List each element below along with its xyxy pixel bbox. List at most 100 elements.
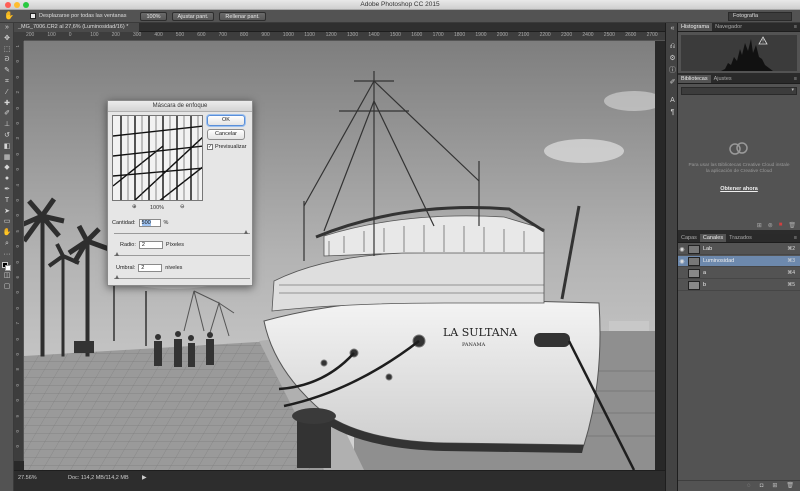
- ruler-tick-label: 8: [15, 368, 20, 371]
- tab-navigator[interactable]: Navegador: [712, 23, 745, 31]
- histogram-warning-icon[interactable]: !: [762, 39, 764, 45]
- tab-paths[interactable]: Trazados: [726, 234, 755, 242]
- tab-libraries[interactable]: Bibliotecas: [678, 75, 711, 83]
- get-now-link[interactable]: Obtener ahora: [678, 186, 800, 192]
- path-select-tool-icon[interactable]: ➤: [0, 207, 14, 218]
- eraser-tool-icon[interactable]: ◧: [0, 142, 14, 153]
- panel-menu-icon[interactable]: ≡: [794, 75, 797, 84]
- tab-channels[interactable]: Canales: [699, 234, 727, 242]
- ruler-tick-label: 1700: [432, 32, 444, 38]
- add-content-icon[interactable]: ⊞: [757, 222, 762, 229]
- hand-tool-icon[interactable]: ✋: [0, 228, 14, 239]
- workspace-switcher[interactable]: Fotografía: [728, 12, 792, 21]
- window-title: Adobe Photoshop CC 2015: [360, 1, 440, 8]
- trash-icon[interactable]: 🗑: [788, 222, 796, 229]
- ruler-tick-label: 2400: [582, 32, 594, 38]
- cancel-button[interactable]: Cancelar: [207, 129, 245, 140]
- ruler-tick-label: 1100: [304, 32, 315, 38]
- color-swatches-icon[interactable]: [0, 261, 14, 272]
- delete-channel-icon[interactable]: 🗑: [786, 481, 794, 491]
- ruler-tick-label: 4: [15, 183, 20, 187]
- preview-checkbox[interactable]: ✓: [207, 144, 213, 150]
- creative-cloud-icon: [729, 142, 748, 155]
- amount-input[interactable]: 500: [138, 219, 161, 227]
- dodge-tool-icon[interactable]: ●: [0, 174, 14, 185]
- channels-footer: ◌ ◘ ⊞ 🗑: [678, 480, 800, 491]
- amount-slider-knob[interactable]: [243, 230, 248, 234]
- radius-slider[interactable]: [114, 252, 250, 256]
- channel-row-lab[interactable]: ◉ Lab ⌘2: [678, 244, 800, 255]
- lasso-tool-icon[interactable]: ᘐ: [0, 55, 14, 66]
- preview-label: Previsualizar: [215, 144, 247, 150]
- eyedropper-tool-icon[interactable]: ⁄: [0, 88, 14, 99]
- gradient-tool-icon[interactable]: ▦: [0, 153, 14, 164]
- zoom-100-button[interactable]: 100%: [140, 11, 167, 21]
- tab-layers[interactable]: Capas: [678, 234, 700, 242]
- channel-row-a[interactable]: a ⌘4: [678, 268, 800, 279]
- ruler-tick-label: 1800: [454, 32, 466, 38]
- ruler-origin[interactable]: [14, 32, 24, 41]
- canvas-scroll-gutter[interactable]: [655, 41, 665, 470]
- crop-tool-icon[interactable]: ⌗: [0, 77, 14, 88]
- ruler-tick-label: 0: [15, 214, 20, 217]
- history-brush-tool-icon[interactable]: ↺: [0, 131, 14, 142]
- radius-input[interactable]: 2: [138, 241, 163, 249]
- type-tool-icon[interactable]: T: [0, 196, 14, 207]
- ruler-tick-label: 0: [15, 383, 20, 387]
- fit-screen-button[interactable]: Ajustar pant.: [171, 11, 215, 21]
- healing-brush-tool-icon[interactable]: ✚: [0, 99, 14, 110]
- tab-adjustments[interactable]: Ajustes: [711, 75, 735, 83]
- marquee-tool-icon[interactable]: ⬚: [0, 45, 14, 56]
- status-menu-arrow-icon[interactable]: ▶: [142, 474, 147, 481]
- clone-stamp-tool-icon[interactable]: ⊥: [0, 120, 14, 131]
- ruler-tick-label: 500: [175, 32, 185, 38]
- scroll-all-checkbox[interactable]: [30, 13, 36, 19]
- panel-menu-icon[interactable]: ≡: [794, 23, 797, 32]
- panel-collapse-icon[interactable]: »: [0, 23, 14, 34]
- photoshop-window: Adobe Photoshop CC 2015 ✋ Desplazarse po…: [0, 0, 800, 491]
- tab-histogram[interactable]: Histograma: [678, 23, 713, 31]
- zoom-out-icon[interactable]: ⊖: [180, 204, 185, 210]
- ok-button[interactable]: OK: [207, 115, 245, 126]
- quick-select-tool-icon[interactable]: ✎: [0, 66, 14, 77]
- threshold-slider-knob[interactable]: [115, 275, 120, 279]
- ruler-tick-label: 0: [15, 106, 20, 110]
- move-tool-icon[interactable]: ✥: [0, 34, 14, 45]
- preview-checkbox-row[interactable]: ✓ Previsualizar: [207, 144, 246, 150]
- channel-row-b[interactable]: b ⌘5: [678, 280, 800, 291]
- visibility-eye-icon[interactable]: ◉: [678, 258, 686, 265]
- screen-mode-icon[interactable]: ▢: [0, 282, 14, 293]
- shape-tool-icon[interactable]: ▭: [0, 217, 14, 228]
- panel-menu-icon[interactable]: ≡: [794, 234, 797, 243]
- cc-icon[interactable]: ⊚: [768, 222, 773, 229]
- channel-row-luminosity[interactable]: ◉ Luminosidad ⌘3: [678, 256, 800, 267]
- threshold-slider[interactable]: [114, 275, 250, 279]
- fill-screen-button[interactable]: Rellenar pant.: [219, 11, 266, 21]
- quick-mask-icon[interactable]: ◫: [0, 271, 14, 282]
- threshold-input[interactable]: 2: [138, 264, 163, 272]
- zoom-in-icon[interactable]: ⊕: [132, 204, 137, 210]
- document-tab[interactable]: _MG_7006.CR2 al 27,6% (Luminosidad/16) *: [14, 23, 139, 32]
- save-selection-icon[interactable]: ◘: [760, 481, 764, 491]
- ruler-tick-label: 0: [15, 291, 20, 294]
- load-selection-icon[interactable]: ◌: [747, 481, 751, 491]
- visibility-eye-icon[interactable]: ◉: [678, 246, 686, 253]
- vertical-ruler[interactable]: 1 0 0 2 0 0 3 0 0 4 0 0 5 0 0 6 0 0 7 0 0 8 0 0 9 0 0: [14, 41, 24, 461]
- ruler-tick-label: 0: [15, 122, 20, 125]
- library-select[interactable]: ▾: [681, 87, 797, 95]
- dialog-preview-pane[interactable]: [112, 115, 203, 201]
- stock-icon[interactable]: ■: [779, 222, 783, 229]
- blur-tool-icon[interactable]: ◆: [0, 163, 14, 174]
- hand-tool-icon[interactable]: ✋: [4, 11, 14, 21]
- zoom-level[interactable]: 27.56%: [18, 475, 37, 481]
- ruler-tick-label: 300: [133, 32, 142, 38]
- extra-tools-icon[interactable]: ···: [0, 250, 14, 261]
- pen-tool-icon[interactable]: ✒: [0, 185, 14, 196]
- zoom-tool-icon[interactable]: ⌕: [0, 239, 14, 250]
- amount-slider[interactable]: [114, 230, 250, 234]
- horizontal-ruler[interactable]: 200 100 0 100 200 300 400 500 600 700 800 900 1000 11…: [24, 32, 665, 41]
- brush-tool-icon[interactable]: ✐: [0, 109, 14, 120]
- new-channel-icon[interactable]: ⊞: [772, 481, 777, 491]
- radius-slider-knob[interactable]: [115, 252, 120, 256]
- dialog-title: Máscara de enfoque: [108, 101, 252, 112]
